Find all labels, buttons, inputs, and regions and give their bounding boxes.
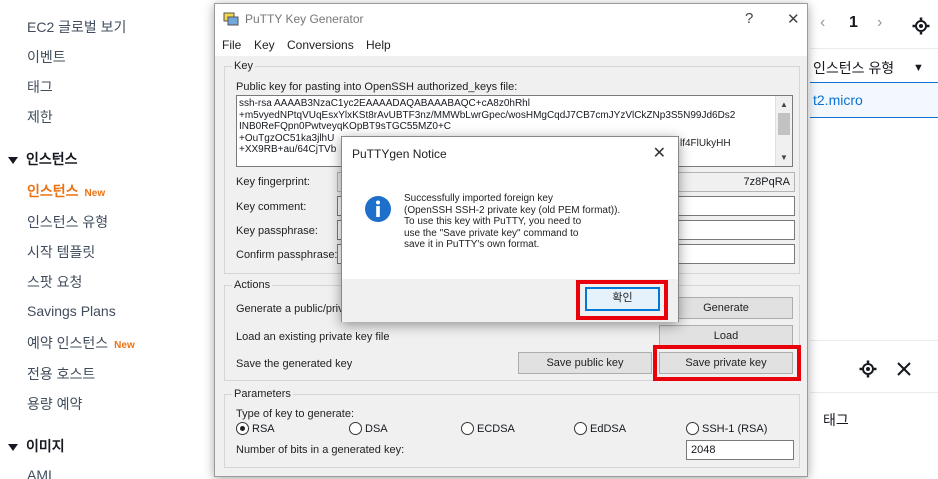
sidebar-item-ami[interactable]: AMI [27, 467, 52, 479]
highlight-ok-button [576, 280, 668, 320]
info-icon [365, 196, 391, 222]
passphrase-label: Key passphrase: [236, 225, 318, 237]
sidebar-item-launch-templates[interactable]: 시작 템플릿 [27, 242, 95, 262]
sidebar-item-instance-types[interactable]: 인스턴스 유형 [27, 212, 108, 232]
page-number[interactable]: 1 [849, 14, 858, 32]
key-type-label: Type of key to generate: [236, 408, 355, 420]
key-group-label: Key [232, 60, 255, 72]
bits-input[interactable]: 2048 [686, 440, 794, 460]
load-label: Load an existing private key file [236, 331, 390, 343]
notice-title: PuTTYgen Notice [352, 147, 447, 161]
radio-rsa[interactable]: RSA [236, 422, 275, 435]
puttygen-titlebar[interactable]: PuTTY Key Generator ? ✕ [215, 4, 807, 34]
radio-ssh1-rsa[interactable]: SSH-1 (RSA) [686, 422, 767, 435]
sidebar-item-spot-requests[interactable]: 스팟 요청 [27, 272, 82, 292]
pubkey-label: Public key for pasting into OpenSSH auth… [236, 81, 518, 93]
radio-ecdsa[interactable]: ECDSA [461, 422, 515, 435]
menu-help[interactable]: Help [366, 38, 391, 52]
menubar: File Key Conversions Help [215, 34, 807, 56]
sidebar-item-capacity-reservations[interactable]: 용량 예약 [27, 394, 82, 414]
radio-selected-icon [236, 422, 249, 435]
sidebar-section-instances[interactable]: 인스턴스 [8, 149, 78, 169]
prev-page-icon[interactable]: ‹ [820, 14, 825, 32]
aws-sidebar: EC2 글로벌 보기 이벤트 태그 제한 인스턴스 인스턴스 New 인스턴스 유… [0, 0, 235, 479]
confirm-passphrase-label: Confirm passphrase: [236, 249, 338, 261]
save-label: Save the generated key [236, 358, 353, 370]
sidebar-item-dedicated-hosts[interactable]: 전용 호스트 [27, 364, 95, 384]
notice-close-button[interactable]: ✕ [653, 143, 666, 163]
save-public-key-button[interactable]: Save public key [518, 352, 652, 374]
pubkey-scrollbar[interactable]: ▲ ▼ [775, 96, 792, 166]
sort-down-icon[interactable]: ▼ [913, 62, 924, 74]
actions-group-label: Actions [232, 279, 273, 291]
fingerprint-label: Key fingerprint: [236, 176, 310, 188]
comment-label: Key comment: [236, 201, 307, 213]
bits-label: Number of bits in a generated key: [236, 444, 405, 456]
instance-type-cell: t2.micro [813, 92, 863, 108]
sidebar-item-global-view[interactable]: EC2 글로벌 보기 [27, 17, 126, 37]
caret-down-icon [8, 156, 18, 164]
highlight-save-private-key [653, 345, 801, 381]
settings-gear-icon[interactable] [912, 17, 930, 35]
putty-app-icon [223, 12, 239, 26]
radio-eddsa[interactable]: EdDSA [574, 422, 626, 435]
generate-button[interactable]: Generate [659, 297, 793, 319]
menu-file[interactable]: File [222, 38, 241, 52]
sidebar-item-reserved-instances[interactable]: 예약 인스턴스 New [27, 333, 135, 353]
load-button[interactable]: Load [659, 325, 793, 347]
window-title: PuTTY Key Generator [245, 12, 364, 26]
new-badge: New [84, 188, 106, 199]
sidebar-item-tags[interactable]: 태그 [27, 77, 53, 97]
scroll-thumb[interactable] [778, 113, 790, 135]
radio-empty-icon [686, 422, 699, 435]
caret-down-icon [8, 443, 18, 451]
next-page-icon[interactable]: › [877, 14, 882, 32]
menu-conversions[interactable]: Conversions [287, 38, 354, 52]
radio-empty-icon [574, 422, 587, 435]
sidebar-item-events[interactable]: 이벤트 [27, 47, 66, 67]
parameters-group-label: Parameters [232, 388, 293, 400]
sidebar-item-limits[interactable]: 제한 [27, 107, 53, 127]
scroll-down-icon[interactable]: ▼ [780, 152, 788, 164]
notice-message: Successfully imported foreign key (OpenS… [404, 193, 621, 250]
tab-tags[interactable]: 태그 [823, 410, 849, 430]
sidebar-item-savings-plans[interactable]: Savings Plans [27, 303, 116, 319]
window-close-button[interactable]: ✕ [787, 10, 800, 28]
sidebar-section-images[interactable]: 이미지 [8, 436, 65, 456]
radio-dsa[interactable]: DSA [349, 422, 388, 435]
panel-settings-gear-icon[interactable] [859, 360, 877, 378]
menu-key[interactable]: Key [254, 38, 275, 52]
pubkey-visible-fragment: lf4FlUkyHH [680, 138, 731, 149]
sidebar-item-instances[interactable]: 인스턴스 New [27, 181, 105, 201]
panel-close-icon[interactable] [896, 361, 912, 377]
generate-label: Generate a public/priv [236, 303, 344, 315]
scroll-up-icon[interactable]: ▲ [780, 99, 788, 111]
new-badge: New [114, 340, 135, 351]
column-header-instance-type[interactable]: 인스턴스 유형 [813, 58, 894, 78]
radio-empty-icon [461, 422, 474, 435]
help-button[interactable]: ? [745, 10, 753, 27]
radio-empty-icon [349, 422, 362, 435]
